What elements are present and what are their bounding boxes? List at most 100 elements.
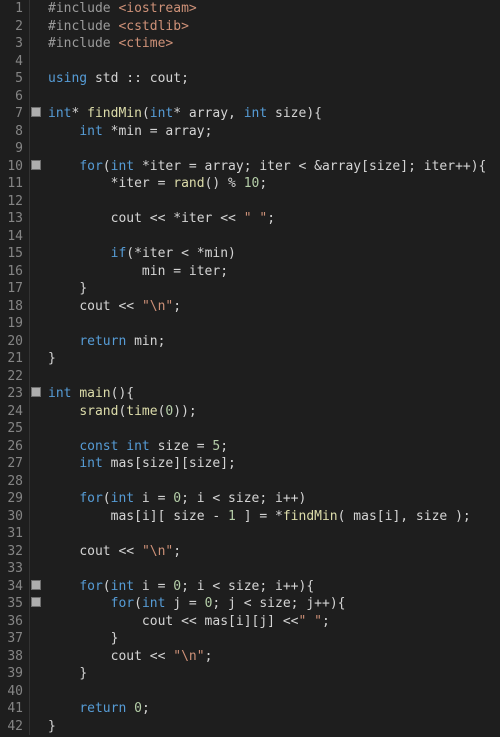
token: size xyxy=(142,456,173,471)
token: ; xyxy=(259,579,267,594)
code-line[interactable] xyxy=(42,53,500,71)
token: ] xyxy=(400,159,408,174)
token: { xyxy=(314,106,322,121)
code-line[interactable] xyxy=(42,228,500,246)
code-line[interactable]: } xyxy=(42,280,500,298)
code-line[interactable] xyxy=(42,193,500,211)
fold-marker-icon[interactable] xyxy=(31,387,41,397)
token: ; xyxy=(220,264,228,279)
code-line[interactable] xyxy=(42,140,500,158)
code-line[interactable]: } xyxy=(42,665,500,683)
token xyxy=(48,404,79,419)
code-line[interactable] xyxy=(42,420,500,438)
fold-gutter xyxy=(30,245,42,263)
code-line[interactable]: int *min = array; xyxy=(42,123,500,141)
token: min xyxy=(118,124,149,139)
code-line[interactable]: cout << "\n"; xyxy=(42,298,500,316)
code-line[interactable]: srand(time(0)); xyxy=(42,403,500,421)
token xyxy=(220,509,228,524)
token: ; xyxy=(189,404,197,419)
token: return xyxy=(79,701,126,716)
fold-gutter xyxy=(30,700,42,718)
token: "\n" xyxy=(142,544,173,559)
token: ) xyxy=(306,106,314,121)
code-line[interactable]: for(int *iter = array; iter < &array[siz… xyxy=(42,158,500,176)
token xyxy=(48,649,111,664)
code-line[interactable]: #include <iostream> xyxy=(42,0,500,18)
fold-marker-icon[interactable] xyxy=(31,597,41,607)
token: ; xyxy=(158,334,166,349)
code-line[interactable]: if(*iter < *min) xyxy=(42,245,500,263)
code-line[interactable]: for(int j = 0; j < size; j++){ xyxy=(42,595,500,613)
code-line[interactable]: int main(){ xyxy=(42,385,500,403)
fold-gutter xyxy=(30,158,42,176)
code-line[interactable]: cout << mas[i][j] <<" "; xyxy=(42,613,500,631)
fold-marker-icon[interactable] xyxy=(31,580,41,590)
code-line[interactable]: const int size = 5; xyxy=(42,438,500,456)
code-line[interactable]: return 0; xyxy=(42,700,500,718)
code-line[interactable] xyxy=(42,560,500,578)
code-line[interactable]: min = iter; xyxy=(42,263,500,281)
line-number: 31 xyxy=(0,525,30,543)
code-line[interactable]: } xyxy=(42,630,500,648)
line-number: 15 xyxy=(0,245,30,263)
code-line[interactable] xyxy=(42,473,500,491)
token: 0 xyxy=(173,579,181,594)
line-number: 30 xyxy=(0,508,30,526)
code-editor[interactable]: 1#include <iostream>2#include <cstdlib>3… xyxy=(0,0,500,735)
token: :: xyxy=(126,71,142,86)
token: min xyxy=(142,264,173,279)
token: cout xyxy=(111,649,150,664)
token: << xyxy=(150,211,166,226)
line-number: 10 xyxy=(0,158,30,176)
token: ++ xyxy=(283,579,299,594)
token: ] xyxy=(220,456,228,471)
token xyxy=(48,614,142,629)
code-line[interactable]: mas[i][ size - 1 ] = *findMin( mas[i], s… xyxy=(42,508,500,526)
token: j xyxy=(165,596,188,611)
code-line[interactable] xyxy=(42,88,500,106)
code-line[interactable] xyxy=(42,368,500,386)
code-line[interactable]: int mas[size][size]; xyxy=(42,455,500,473)
code-line[interactable]: } xyxy=(42,350,500,368)
code-line[interactable]: } xyxy=(42,718,500,736)
token: ; xyxy=(259,491,267,506)
token: ( xyxy=(142,106,150,121)
code-line[interactable]: #include <ctime> xyxy=(42,35,500,53)
line-number: 6 xyxy=(0,88,30,106)
code-line[interactable]: cout << *iter << " "; xyxy=(42,210,500,228)
token: & xyxy=(314,159,322,174)
code-line[interactable]: int* findMin(int* array, int size){ xyxy=(42,105,500,123)
line-number: 35 xyxy=(0,595,30,613)
line-number: 13 xyxy=(0,210,30,228)
code-line[interactable]: for(int i = 0; i < size; i++) xyxy=(42,490,500,508)
code-line[interactable]: for(int i = 0; i < size; i++){ xyxy=(42,578,500,596)
code-line[interactable] xyxy=(42,525,500,543)
code-line[interactable]: using std :: cout; xyxy=(42,70,500,88)
token: const xyxy=(79,439,118,454)
token: * xyxy=(197,246,205,261)
code-line[interactable] xyxy=(42,315,500,333)
code-line[interactable]: #include <cstdlib> xyxy=(42,18,500,36)
token: << xyxy=(150,649,166,664)
token: i xyxy=(267,579,283,594)
fold-marker-icon[interactable] xyxy=(31,107,41,117)
code-line[interactable]: cout << "\n"; xyxy=(42,648,500,666)
fold-gutter xyxy=(30,455,42,473)
token: * xyxy=(173,211,181,226)
token: << xyxy=(220,211,236,226)
code-line[interactable] xyxy=(42,683,500,701)
token xyxy=(48,579,79,594)
fold-gutter xyxy=(30,595,42,613)
line-number: 38 xyxy=(0,648,30,666)
token: ; xyxy=(173,299,181,314)
fold-marker-icon[interactable] xyxy=(31,160,41,170)
fold-gutter xyxy=(30,560,42,578)
code-line[interactable]: *iter = rand() % 10; xyxy=(42,175,500,193)
code-line[interactable]: cout << "\n"; xyxy=(42,543,500,561)
line-number: 14 xyxy=(0,228,30,246)
code-line[interactable]: return min; xyxy=(42,333,500,351)
fold-gutter xyxy=(30,193,42,211)
token: iter xyxy=(181,264,220,279)
token xyxy=(48,491,79,506)
